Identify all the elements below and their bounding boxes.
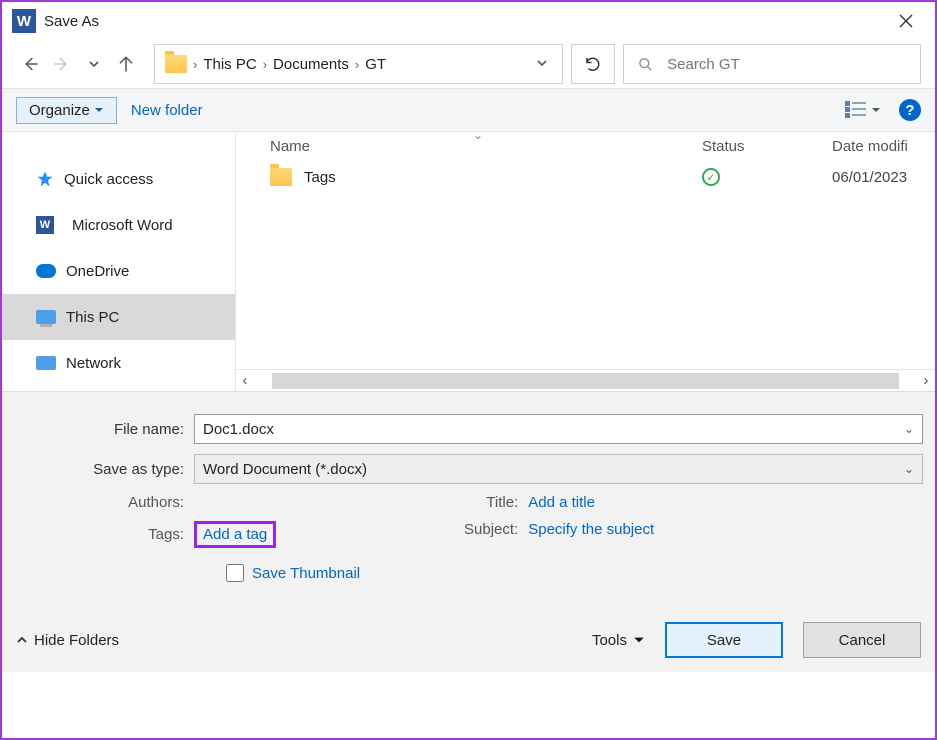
search-box[interactable] [623,44,921,84]
scroll-right-icon[interactable]: › [917,372,935,389]
sidebar-item-label: OneDrive [66,263,129,280]
main-area: Quick access W Microsoft Word OneDrive T… [2,132,935,392]
save-thumbnail-checkbox[interactable] [226,564,244,582]
save-type-label: Save as type: [14,461,194,478]
sidebar-item-label: This PC [66,309,119,326]
word-app-icon: W [12,9,36,33]
cloud-icon [36,264,56,278]
file-name-input[interactable]: Doc1.docx ⌄ [194,414,923,444]
sidebar-item-onedrive[interactable]: OneDrive [2,248,235,294]
organize-label: Organize [29,102,90,119]
file-name-label: File name: [14,421,194,438]
nav-arrows [16,49,146,79]
refresh-icon [584,55,602,73]
column-status[interactable]: Status [702,138,832,155]
subject-input[interactable]: Specify the subject [528,521,654,538]
crumb-item[interactable]: GT [365,56,386,73]
crumb-separator-icon: › [193,57,197,72]
title-bar: W Save As [2,2,935,40]
crumb-separator-icon: › [263,57,267,72]
cancel-label: Cancel [839,632,886,649]
tags-input[interactable]: Add a tag [194,521,276,548]
sidebar-item-label: Microsoft Word [72,217,173,234]
chevron-down-icon [536,57,548,69]
toolbar: Organize New folder ? [2,88,935,132]
tags-label: Tags: [34,526,194,543]
scroll-left-icon[interactable]: ‹ [236,372,254,389]
folder-icon [165,55,187,73]
chevron-down-icon[interactable]: ⌄ [904,462,914,476]
caret-down-icon [871,105,881,115]
refresh-button[interactable] [571,44,615,84]
chevron-down-icon[interactable]: ⌄ [904,422,914,436]
subject-label: Subject: [456,521,528,538]
chevron-up-icon [16,634,28,646]
chevron-down-icon [88,58,100,70]
arrow-up-icon [117,55,135,73]
file-name-value: Doc1.docx [203,421,274,438]
computer-icon [36,310,56,324]
help-button[interactable]: ? [899,99,921,121]
cancel-button[interactable]: Cancel [803,622,921,658]
navigation-row: › This PC › Documents › GT [2,40,935,88]
crumb-item[interactable]: This PC [203,56,256,73]
folder-icon [270,168,292,186]
column-date-modified[interactable]: Date modifi [832,138,935,155]
sidebar-item-quick-access[interactable]: Quick access [2,156,235,202]
caret-down-icon [94,105,104,115]
organize-button[interactable]: Organize [16,97,117,124]
sort-indicator-icon: ⌄ [473,128,483,142]
sidebar-item-word[interactable]: W Microsoft Word [2,202,235,248]
hide-folders-button[interactable]: Hide Folders [16,632,119,649]
recent-locations-button[interactable] [80,49,108,79]
synced-icon: ✓ [702,168,720,186]
up-button[interactable] [112,49,140,79]
file-name: Tags [304,169,336,186]
sidebar-item-this-pc[interactable]: This PC [2,294,235,340]
title-input[interactable]: Add a title [528,494,595,511]
sidebar-item-label: Quick access [64,171,153,188]
window-title: Save As [44,13,883,30]
save-type-select[interactable]: Word Document (*.docx) ⌄ [194,454,923,484]
forward-button[interactable] [48,49,76,79]
horizontal-scrollbar[interactable]: ‹ › [236,369,935,391]
caret-down-icon [633,634,645,646]
back-button[interactable] [16,49,44,79]
crumb-separator-icon: › [355,57,359,72]
views-icon [845,101,867,119]
arrow-left-icon [21,55,39,73]
breadcrumb[interactable]: › This PC › Documents › GT [154,44,563,84]
file-row[interactable]: Tags ✓ 06/01/2023 [236,160,935,194]
column-headers[interactable]: ⌄ Name Status Date modifi [236,132,935,160]
sidebar-item-network[interactable]: Network [2,340,235,386]
search-input[interactable] [667,56,910,73]
hide-folders-label: Hide Folders [34,632,119,649]
crumb-item[interactable]: Documents [273,56,349,73]
authors-label: Authors: [34,494,194,511]
sidebar: Quick access W Microsoft Word OneDrive T… [2,132,236,391]
close-button[interactable] [883,5,929,37]
views-dropdown[interactable] [845,101,881,119]
new-folder-button[interactable]: New folder [131,102,203,119]
save-thumbnail-label[interactable]: Save Thumbnail [252,565,360,582]
scroll-thumb[interactable] [272,373,899,389]
word-app-icon: W [36,216,54,234]
tools-label: Tools [592,632,627,649]
title-label: Title: [456,494,528,511]
arrow-right-icon [53,55,71,73]
pin-icon [36,170,54,188]
tools-dropdown[interactable]: Tools [592,632,645,649]
save-form: File name: Doc1.docx ⌄ Save as type: Wor… [2,392,935,672]
save-type-value: Word Document (*.docx) [203,461,367,478]
close-icon [899,14,913,28]
network-icon [36,356,56,370]
sidebar-item-label: Network [66,355,121,372]
file-list: ⌄ Name Status Date modifi Tags ✓ 06/01/2… [236,132,935,391]
save-button[interactable]: Save [665,622,783,658]
breadcrumb-dropdown[interactable] [526,50,558,79]
search-icon [638,56,653,73]
save-label: Save [707,632,741,649]
file-date: 06/01/2023 [832,169,935,186]
column-name[interactable]: Name [270,138,702,155]
